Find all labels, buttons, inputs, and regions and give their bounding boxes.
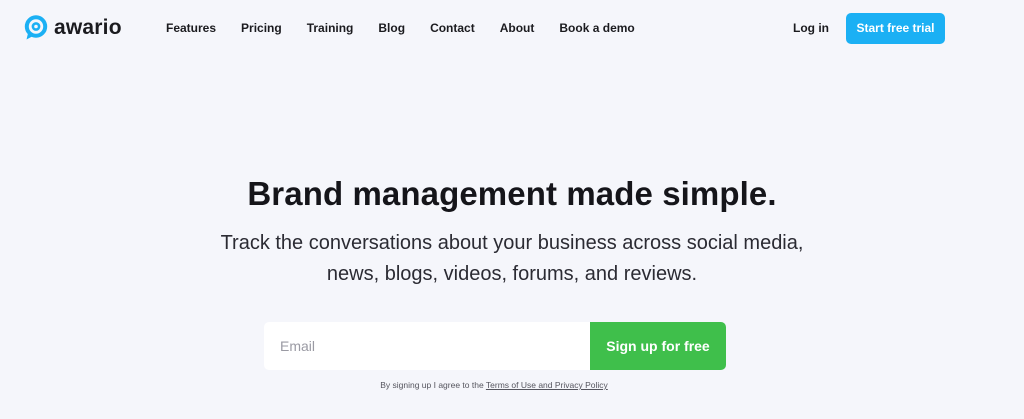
nav-item-contact[interactable]: Contact	[430, 20, 475, 36]
hero-subtitle: Track the conversations about your busin…	[0, 228, 1024, 290]
nav-item-book-a-demo[interactable]: Book a demo	[559, 20, 634, 36]
email-input[interactable]	[264, 322, 590, 370]
hero-subtitle-line-1: Track the conversations about your busin…	[220, 232, 804, 254]
main-nav: Features Pricing Training Blog Contact A…	[166, 20, 660, 36]
sign-up-button[interactable]: Sign up for free	[590, 322, 726, 370]
terms-prefix: By signing up I agree to the	[380, 380, 486, 390]
nav-item-features[interactable]: Features	[166, 20, 216, 36]
hero-title: Brand management made simple.	[247, 175, 777, 212]
login-link[interactable]: Log in	[793, 20, 829, 36]
nav-item-about[interactable]: About	[500, 20, 535, 36]
terms-link[interactable]: Terms of Use and Privacy Policy	[486, 380, 608, 390]
nav-item-blog[interactable]: Blog	[378, 20, 405, 36]
awario-chat-bubble-icon	[24, 15, 48, 40]
terms-notice: By signing up I agree to the Terms of Us…	[0, 379, 988, 391]
signup-form: Sign up for free	[264, 322, 726, 370]
site-header: awario Features Pricing Training Blog Co…	[0, 0, 1024, 58]
brand-name: awario	[54, 16, 122, 39]
nav-item-pricing[interactable]: Pricing	[241, 20, 282, 36]
brand-logo[interactable]: awario	[24, 15, 122, 41]
start-free-trial-button[interactable]: Start free trial	[846, 13, 945, 44]
nav-item-training[interactable]: Training	[307, 20, 354, 36]
hero-subtitle-line-2: news, blogs, videos, forums, and reviews…	[326, 263, 698, 285]
